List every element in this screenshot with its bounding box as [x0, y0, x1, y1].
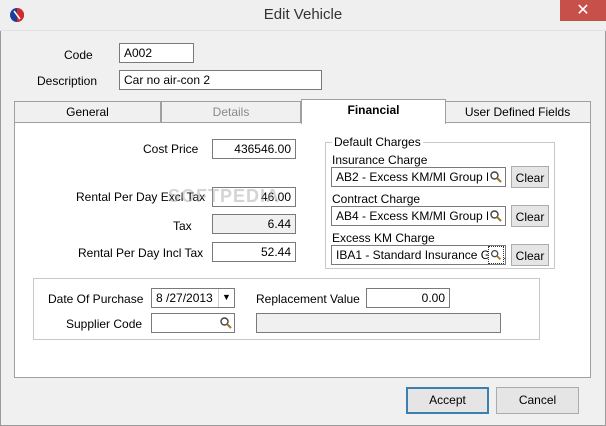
- tab-details[interactable]: Details: [161, 101, 301, 123]
- close-button[interactable]: ✕: [560, 0, 606, 21]
- supplier-code-label: Supplier Code: [66, 317, 143, 331]
- excess-km-clear-button[interactable]: Clear: [511, 244, 549, 266]
- cost-price-input[interactable]: 436546.00: [212, 139, 296, 159]
- supplier-lookup-icon[interactable]: [218, 314, 234, 332]
- watermark: SOFTPEDIA: [168, 186, 281, 206]
- rental-incl-tax-input[interactable]: 52.44: [212, 242, 296, 262]
- contract-clear-button[interactable]: Clear: [511, 205, 549, 227]
- excess-km-charge-label: Excess KM Charge: [332, 231, 435, 245]
- excess-km-charge-input[interactable]: IBA1 - Standard Insurance Group: [331, 245, 506, 265]
- contract-lookup-icon[interactable]: [488, 207, 504, 225]
- replacement-value-input[interactable]: 0.00: [366, 288, 450, 308]
- insurance-clear-button[interactable]: Clear: [511, 166, 549, 188]
- cancel-button[interactable]: Cancel: [496, 387, 579, 414]
- insurance-charge-input[interactable]: AB2 - Excess KM/MI Group B 8: [331, 167, 506, 187]
- insurance-charge-label: Insurance Charge: [332, 153, 428, 167]
- code-input[interactable]: A002: [119, 43, 194, 63]
- tab-financial[interactable]: Financial: [301, 99, 446, 124]
- cost-price-label: Cost Price: [143, 142, 199, 156]
- excess-km-lookup-icon[interactable]: [488, 246, 504, 264]
- description-label: Description: [37, 74, 98, 88]
- description-input[interactable]: Car no air-con 2: [119, 70, 322, 90]
- tab-general[interactable]: General: [14, 101, 161, 123]
- default-charges-legend: Default Charges: [332, 135, 423, 149]
- window-title: Edit Vehicle: [263, 6, 343, 23]
- insurance-lookup-icon[interactable]: [488, 168, 504, 186]
- chevron-down-icon[interactable]: ▼: [218, 289, 234, 307]
- contract-charge-label: Contract Charge: [332, 192, 421, 206]
- supplier-name-display: [256, 313, 501, 333]
- accept-button[interactable]: Accept: [406, 387, 489, 414]
- contract-charge-input[interactable]: AB4 - Excess KM/MI Group B 2: [331, 206, 506, 226]
- code-label: Code: [64, 48, 93, 62]
- tax-label: Tax: [173, 219, 192, 233]
- date-of-purchase-label: Date Of Purchase: [48, 292, 144, 306]
- tax-value: 6.44: [212, 214, 296, 234]
- rental-incl-tax-label: Rental Per Day Incl Tax: [78, 246, 204, 260]
- replacement-value-label: Replacement Value: [256, 292, 360, 306]
- tab-user-defined-fields[interactable]: User Defined Fields: [444, 101, 591, 123]
